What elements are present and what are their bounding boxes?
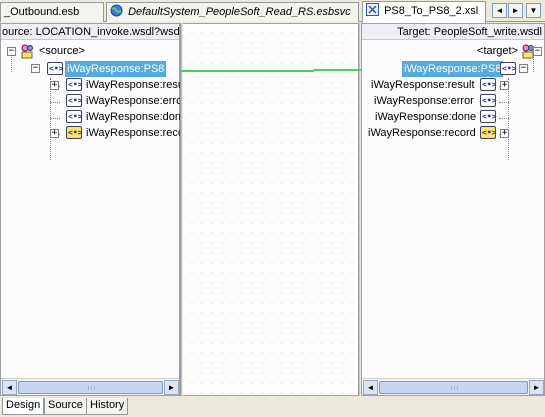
- scroll-right-button[interactable]: ►: [164, 380, 179, 395]
- expand-source-result-toggle[interactable]: +: [50, 81, 59, 90]
- target-child-error[interactable]: iWayResponse:error: [374, 93, 474, 109]
- xml-element-icon: <•>: [480, 94, 497, 107]
- source-child-result[interactable]: iWayResponse:resu: [86, 77, 184, 93]
- xml-element-icon: <•>: [480, 78, 497, 91]
- xsl-map-icon: [366, 3, 379, 16]
- tab-design[interactable]: Design: [2, 398, 45, 415]
- target-child-record[interactable]: iWayResponse:record: [368, 125, 476, 141]
- schema-root-icon: [21, 44, 33, 59]
- target-panel-header: Target: PeopleSoft_write.wsdl: [362, 24, 544, 40]
- xml-element-icon: <•>: [480, 110, 497, 123]
- target-tree-panel[interactable]: Target: PeopleSoft_write.wsdl <target> −…: [361, 23, 545, 396]
- xml-record-icon: <•>: [480, 126, 497, 139]
- scroll-tabs-left-button[interactable]: ◄: [492, 3, 507, 18]
- xml-element-icon: <•>: [500, 62, 517, 75]
- target-child-done[interactable]: iWayResponse:done: [375, 109, 476, 125]
- scroll-left-button[interactable]: ◄: [363, 380, 378, 395]
- collapse-target-root-toggle[interactable]: −: [533, 47, 542, 56]
- xml-element-icon: <•>: [66, 94, 83, 107]
- source-tree-panel[interactable]: ource: LOCATION_invoke.wsdl?wsdl − <sour…: [0, 23, 184, 396]
- tab-label: PS8_To_PS8_2.xsl: [384, 5, 479, 17]
- tab-source[interactable]: Source: [44, 398, 87, 415]
- xml-record-icon: <•>: [66, 126, 83, 139]
- mapping-line[interactable]: [180, 70, 314, 72]
- tab-label: _Outbound.esb: [4, 6, 80, 18]
- globe-icon: [110, 4, 123, 17]
- source-panel-header: ource: LOCATION_invoke.wsdl?wsdl: [1, 24, 179, 40]
- source-child-record[interactable]: iWayResponse:recc: [86, 125, 183, 141]
- source-child-error[interactable]: iWayResponse:errc: [86, 93, 182, 109]
- source-horizontal-scrollbar[interactable]: ◄ ►: [1, 378, 179, 395]
- xml-element-icon: <•>: [47, 62, 64, 75]
- collapse-source-root-toggle[interactable]: −: [7, 47, 16, 56]
- tab-outbound-esb[interactable]: _Outbound.esb: [0, 2, 104, 22]
- tab-label: DefaultSystem_PeopleSoft_Read_RS.esbsvc: [128, 6, 351, 18]
- target-root-node[interactable]: <target>: [477, 43, 518, 59]
- source-root-node[interactable]: <source>: [39, 43, 85, 59]
- expand-target-result-toggle[interactable]: +: [500, 81, 509, 90]
- source-element-iwayresponse-ps8[interactable]: iWayResponse:PS8: [65, 61, 167, 77]
- collapse-source-element-toggle[interactable]: −: [31, 64, 40, 73]
- scroll-thumb[interactable]: [18, 381, 163, 394]
- scroll-tabs-right-button[interactable]: ►: [508, 3, 523, 18]
- xml-element-icon: <•>: [66, 78, 83, 91]
- expand-target-record-toggle[interactable]: +: [500, 129, 509, 138]
- tab-ps8-to-ps8-2-xsl[interactable]: PS8_To_PS8_2.xsl: [362, 1, 486, 23]
- target-element-iwayresponse-ps8[interactable]: iWayResponse:PS8: [402, 61, 504, 77]
- view-tab-bar: Design Source History: [0, 398, 545, 417]
- editor-tab-bar: _Outbound.esb DefaultSystem_PeopleSoft_R…: [0, 0, 545, 23]
- tab-list-button[interactable]: ▼: [526, 3, 541, 18]
- source-child-done[interactable]: iWayResponse:don: [86, 109, 181, 125]
- scroll-right-button[interactable]: ►: [529, 380, 544, 395]
- expand-source-record-toggle[interactable]: +: [50, 129, 59, 138]
- collapse-target-element-toggle[interactable]: −: [519, 64, 528, 73]
- mapping-canvas[interactable]: [183, 23, 358, 396]
- target-horizontal-scrollbar[interactable]: ◄ ►: [362, 378, 544, 395]
- tab-peoplesoft-read-esbsvc[interactable]: DefaultSystem_PeopleSoft_Read_RS.esbsvc: [106, 2, 359, 22]
- target-child-result[interactable]: iWayResponse:result: [371, 77, 475, 93]
- scroll-left-button[interactable]: ◄: [2, 380, 17, 395]
- scroll-thumb[interactable]: [379, 381, 528, 394]
- tab-history[interactable]: History: [86, 398, 129, 415]
- xml-element-icon: <•>: [66, 110, 83, 123]
